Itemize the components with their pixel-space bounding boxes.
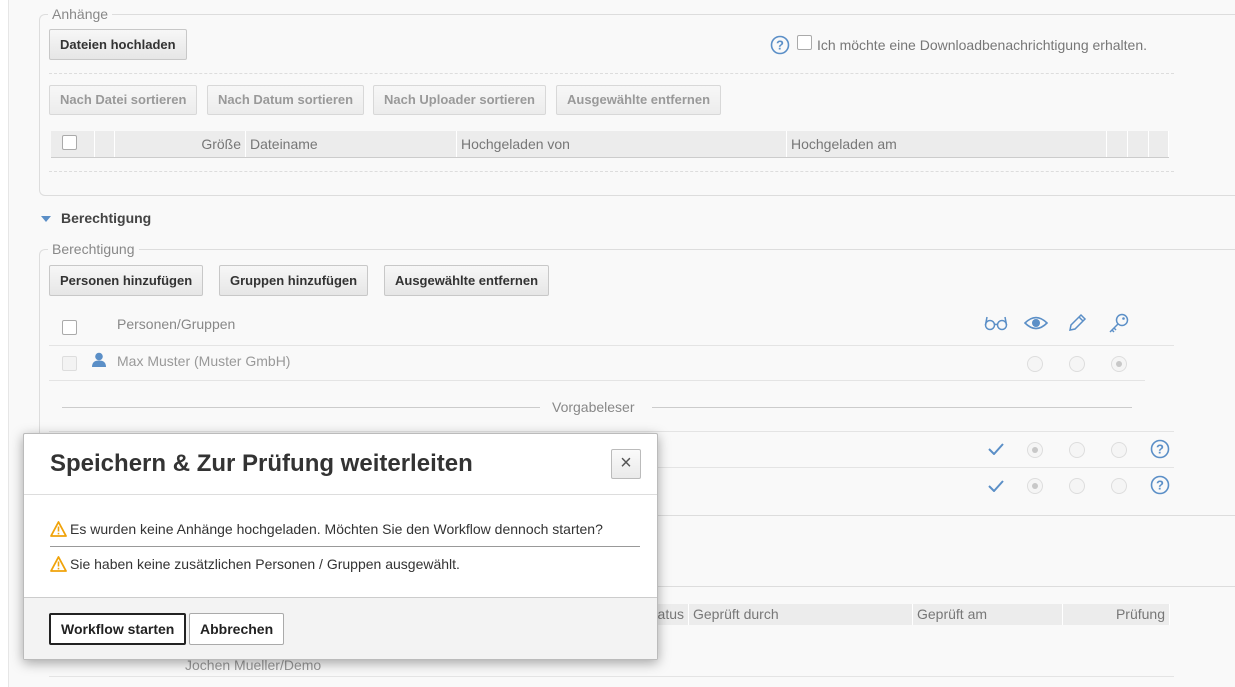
attachments-divider xyxy=(49,73,1174,74)
sort-by-date-button[interactable]: Nach Datum sortieren xyxy=(207,85,365,115)
check-icon xyxy=(988,480,1004,492)
reader-row2-admin-radio[interactable] xyxy=(1111,478,1127,494)
add-persons-button[interactable]: Personen hinzufügen xyxy=(49,265,204,296)
attachments-bottom-divider xyxy=(49,171,1174,172)
dialog-message-separator xyxy=(50,546,640,547)
dialog-header-separator xyxy=(24,494,657,495)
review-column-checked-at[interactable]: Geprüft am xyxy=(913,604,1063,625)
column-header-extra-2 xyxy=(1128,131,1149,157)
download-notification-checkbox[interactable] xyxy=(797,35,812,50)
person-row-admin-radio[interactable] xyxy=(1111,356,1127,372)
dialog-footer: Workflow starten Abbrechen xyxy=(24,597,657,659)
column-header-size[interactable]: Größe xyxy=(115,131,246,157)
help-icon[interactable]: ? xyxy=(1150,439,1170,459)
page: Anhänge Dateien hochladen ? Ich möchte e… xyxy=(0,0,1235,687)
default-readers-top-line xyxy=(49,431,1174,432)
person-row-view-radio[interactable] xyxy=(1027,356,1043,372)
page-left-margin xyxy=(0,0,8,687)
user-icon xyxy=(92,352,106,367)
attachments-select-all-checkbox[interactable] xyxy=(62,135,77,150)
save-forward-dialog: Speichern & Zur Prüfung weiterleiten × E… xyxy=(23,433,658,660)
collapse-triangle-icon[interactable] xyxy=(41,215,51,223)
svg-text:?: ? xyxy=(776,38,784,53)
sort-by-file-button[interactable]: Nach Datei sortieren xyxy=(49,85,198,115)
svg-text:?: ? xyxy=(1156,442,1164,457)
default-readers-label: Vorgabeleser xyxy=(552,399,635,415)
reader-row1-edit-radio[interactable] xyxy=(1069,442,1085,458)
warning-icon xyxy=(50,521,67,537)
column-header-extra-1 xyxy=(1107,131,1128,157)
help-icon[interactable]: ? xyxy=(770,35,790,55)
add-groups-button[interactable]: Gruppen hinzufügen xyxy=(219,265,369,296)
warning-icon xyxy=(50,556,67,572)
review-column-checked-by[interactable]: Geprüft durch xyxy=(689,604,913,625)
review-row-underline xyxy=(49,676,1174,677)
permissions-header-underline xyxy=(49,345,1174,346)
default-readers-divider-left xyxy=(62,407,540,408)
reader-row2-edit-radio[interactable] xyxy=(1069,478,1085,494)
person-row-edit-radio[interactable] xyxy=(1069,356,1085,372)
download-notification-label: Ich möchte eine Downloadbenachrichtigung… xyxy=(817,37,1147,53)
dialog-close-button[interactable]: × xyxy=(611,449,641,479)
eye-icon xyxy=(1024,316,1048,330)
attachments-header-blank-cell xyxy=(95,131,115,157)
pencil-icon xyxy=(1069,313,1087,331)
remove-selected-permissions-button[interactable]: Ausgewählte entfernen xyxy=(384,265,550,296)
column-header-uploaded-by[interactable]: Hochgeladen von xyxy=(457,131,787,157)
review-column-review[interactable]: Prüfung xyxy=(1063,604,1170,625)
start-workflow-button[interactable]: Workflow starten xyxy=(49,613,187,645)
cancel-button[interactable]: Abbrechen xyxy=(189,613,285,645)
upload-files-button[interactable]: Dateien hochladen xyxy=(49,29,187,60)
person-row-underline xyxy=(49,380,1145,381)
sort-by-uploader-button[interactable]: Nach Uploader sortieren xyxy=(373,85,546,115)
reader-row2-read-radio[interactable] xyxy=(1027,478,1043,494)
check-icon xyxy=(988,443,1004,455)
reader-row1-admin-radio[interactable] xyxy=(1111,442,1127,458)
attachments-header-underline xyxy=(51,157,1169,158)
permissions-legend: Berechtigung xyxy=(52,241,135,257)
dialog-message-no-persons: Sie haben keine zusätzlichen Personen / … xyxy=(70,556,460,572)
dialog-title: Speichern & Zur Prüfung weiterleiten xyxy=(50,450,473,477)
default-readers-divider-right xyxy=(652,407,1132,408)
column-header-filename[interactable]: Dateiname xyxy=(246,131,457,157)
dialog-message-no-attachments: Es wurden keine Anhänge hochgeladen. Möc… xyxy=(70,521,603,537)
column-header-extra-3 xyxy=(1149,131,1169,157)
glasses-icon xyxy=(984,316,1008,331)
person-row-name: Max Muster (Muster GmbH) xyxy=(117,353,291,369)
permissions-select-all-checkbox[interactable] xyxy=(62,320,77,335)
svg-text:?: ? xyxy=(1156,478,1164,493)
key-icon xyxy=(1109,313,1129,333)
attachments-legend: Anhänge xyxy=(52,6,109,22)
persons-groups-column-header: Personen/Gruppen xyxy=(117,316,236,332)
remove-selected-attachments-button[interactable]: Ausgewählte entfernen xyxy=(556,85,722,115)
reader-row1-read-radio[interactable] xyxy=(1027,442,1043,458)
help-icon[interactable]: ? xyxy=(1150,475,1170,495)
person-row-checkbox[interactable] xyxy=(62,356,77,371)
column-header-uploaded-at[interactable]: Hochgeladen am xyxy=(787,131,1107,157)
permissions-section-title[interactable]: Berechtigung xyxy=(61,210,151,226)
